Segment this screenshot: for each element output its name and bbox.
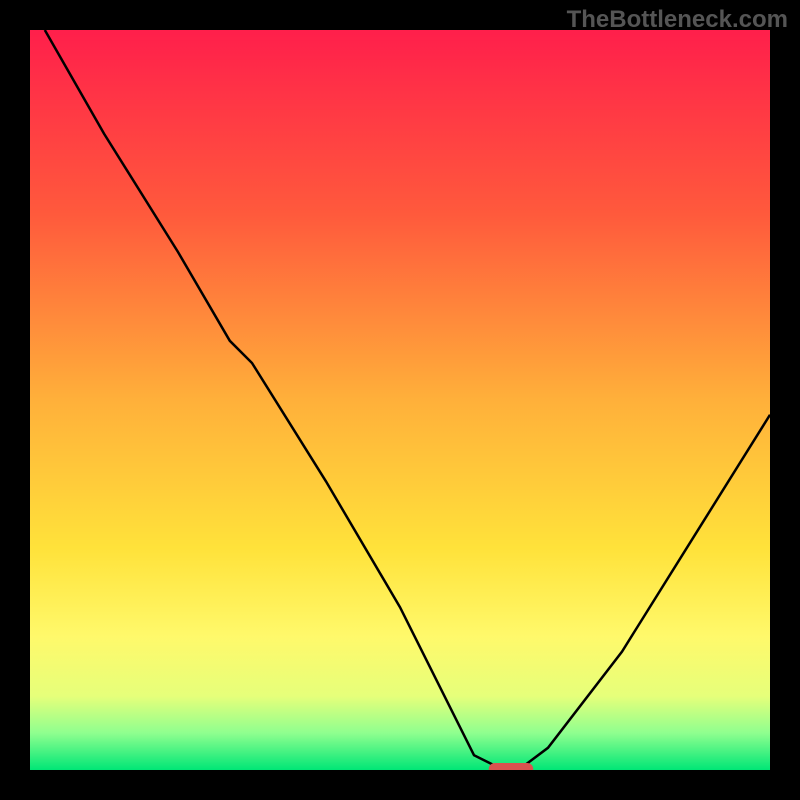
- chart-svg: [30, 30, 770, 770]
- gradient-background: [30, 30, 770, 770]
- chart-area: [30, 30, 770, 770]
- chart-container: TheBottleneck.com: [0, 0, 800, 800]
- watermark-text: TheBottleneck.com: [567, 6, 788, 34]
- optimal-marker: [489, 763, 533, 770]
